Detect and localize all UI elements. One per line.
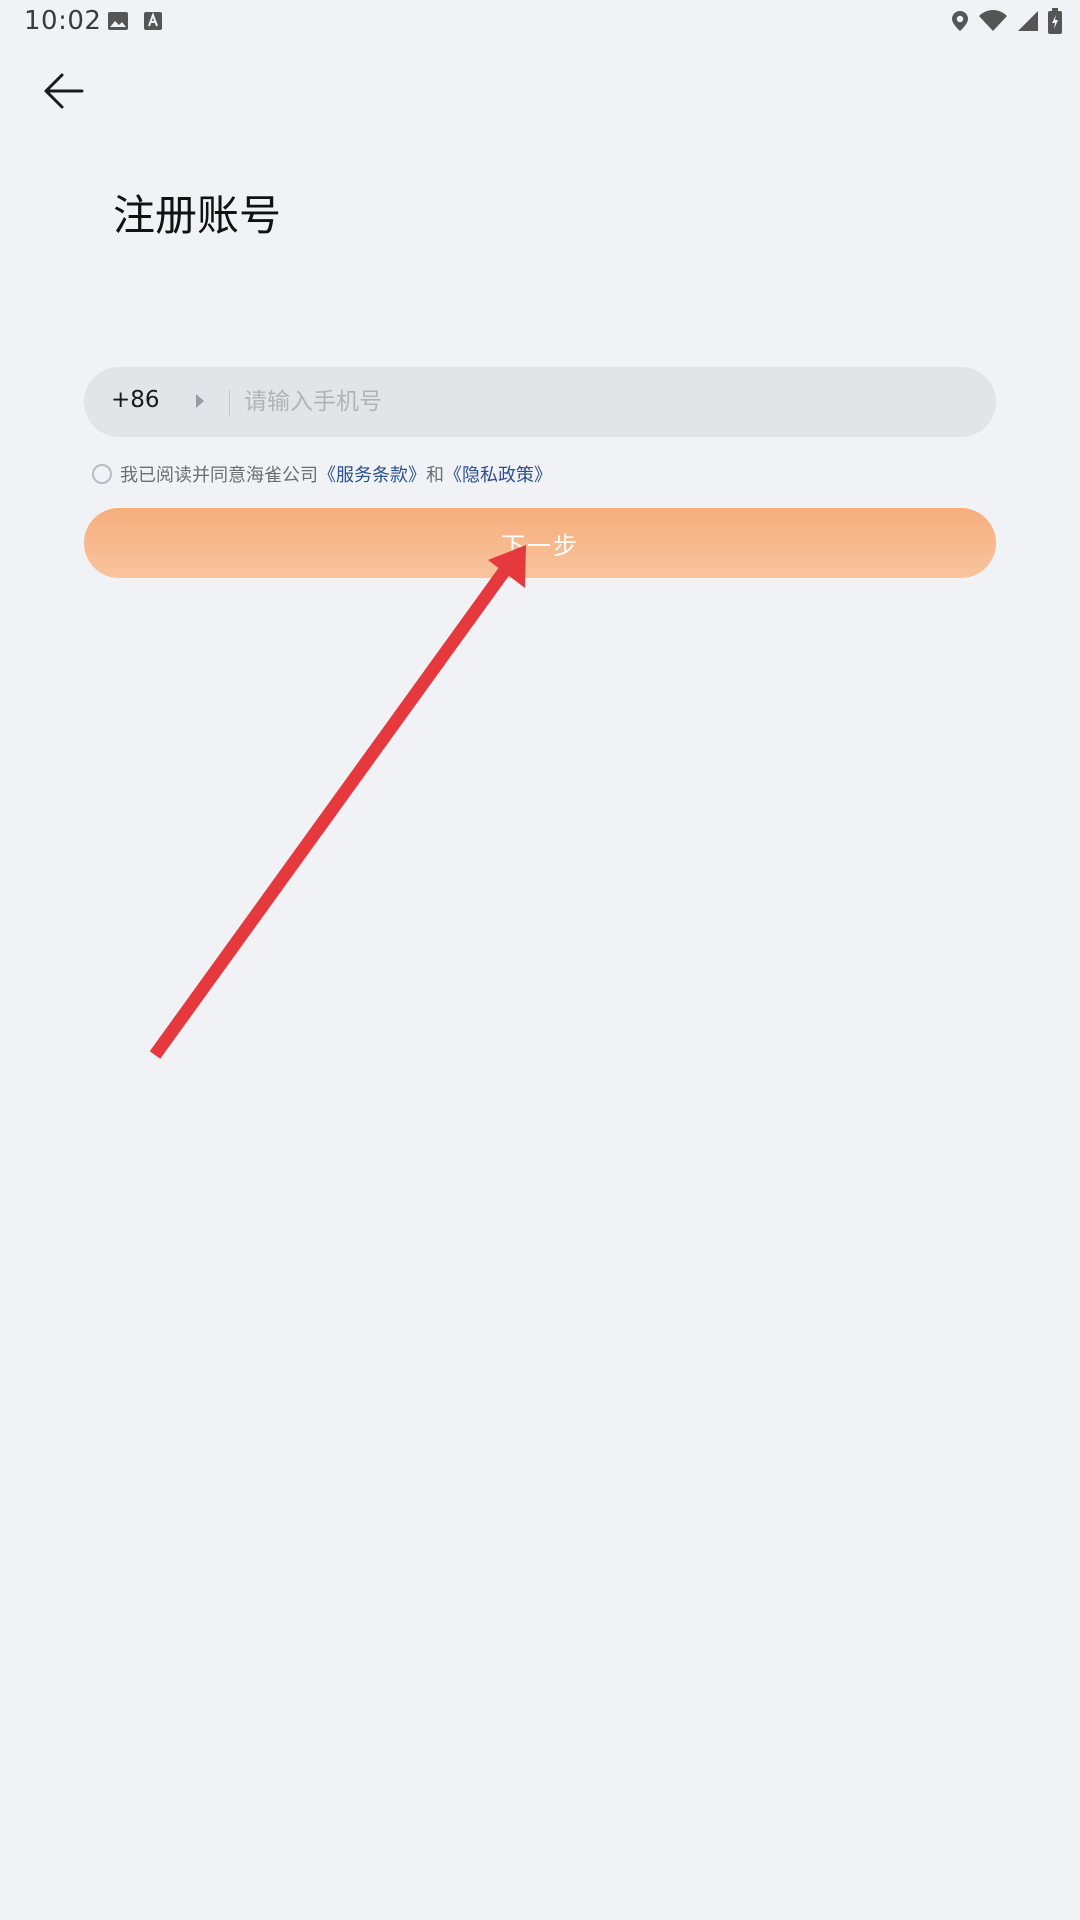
phone-input[interactable]	[242, 367, 964, 437]
status-time: 10:02	[24, 6, 102, 36]
agreement-conjunction: 和	[426, 465, 444, 486]
status-bar: 10:02	[0, 0, 1080, 44]
status-right-icons	[950, 8, 1062, 34]
country-code[interactable]: +86	[111, 387, 160, 413]
arrow-left-icon	[44, 73, 84, 109]
phone-field: +86	[84, 367, 996, 437]
annotation-arrow	[149, 545, 526, 1059]
battery-charging-icon	[1048, 8, 1062, 34]
page-title: 注册账号	[113, 191, 282, 240]
field-divider	[229, 390, 230, 416]
status-left-icons	[107, 10, 163, 32]
back-button[interactable]	[38, 68, 88, 114]
agreement-row: 我已阅读并同意海雀公司 《服务条款》 和 《隐私政策》	[92, 459, 552, 489]
image-icon	[108, 12, 128, 30]
agreement-prefix: 我已阅读并同意海雀公司	[120, 465, 318, 486]
wifi-icon	[979, 10, 1007, 31]
signal-icon	[1018, 11, 1038, 31]
agree-checkbox[interactable]	[92, 464, 112, 484]
terms-link[interactable]: 《服务条款》	[318, 461, 426, 487]
location-icon	[952, 11, 968, 31]
next-button[interactable]: 下一步	[84, 508, 996, 578]
triangle-right-icon[interactable]	[194, 393, 206, 409]
font-a-icon	[144, 12, 162, 30]
privacy-link[interactable]: 《隐私政策》	[444, 461, 552, 487]
